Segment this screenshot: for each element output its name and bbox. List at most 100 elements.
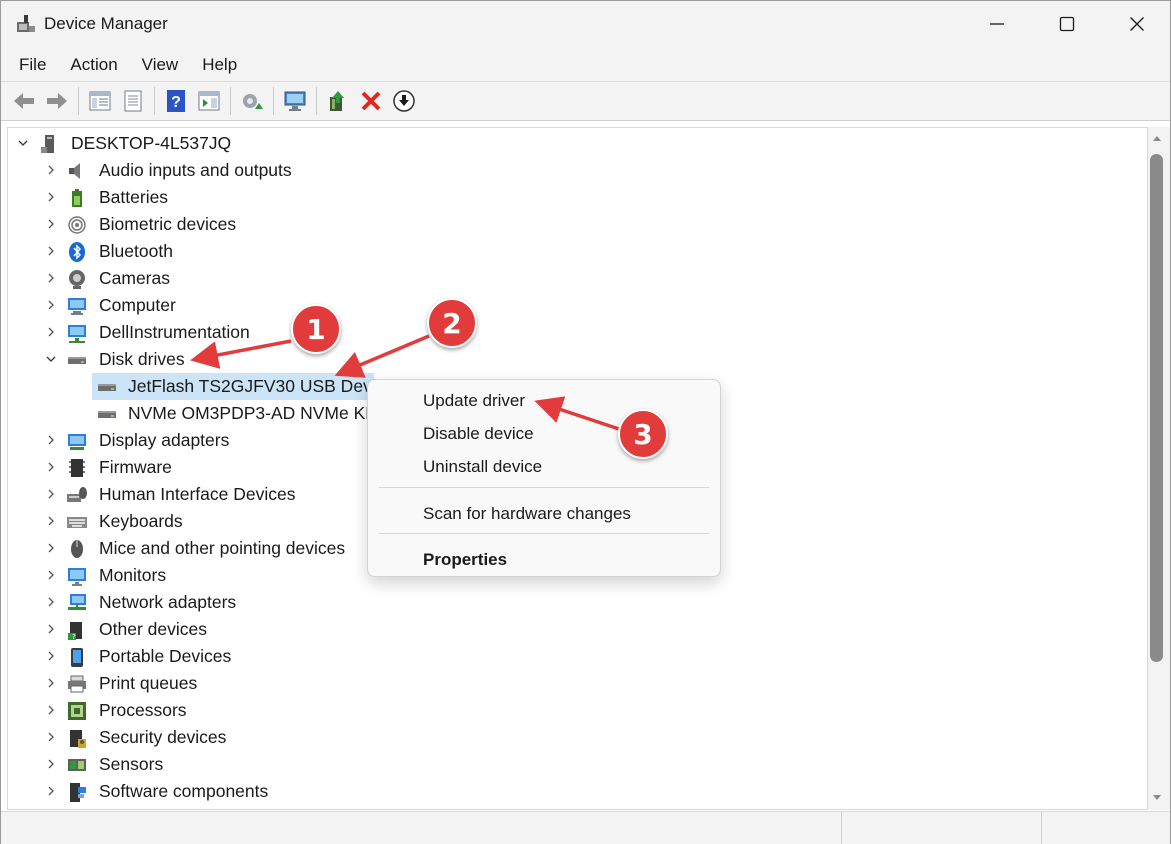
tree-root[interactable]: DESKTOP-4L537JQ <box>8 130 608 157</box>
tree-category-audio-inputs-and-outputs[interactable]: Audio inputs and outputs <box>8 157 708 184</box>
tree-category-label: DellInstrumentation <box>99 322 250 342</box>
back-arrow-icon <box>14 93 34 109</box>
uninstall-device-menu-item[interactable]: Uninstall device <box>368 450 720 483</box>
scroll-down-arrow-icon[interactable] <box>1151 791 1163 803</box>
tree-category-label: Bluetooth <box>99 241 173 261</box>
window-title: Device Manager <box>44 14 168 33</box>
scroll-up-arrow-icon[interactable] <box>1151 133 1163 145</box>
forward-button[interactable] <box>42 86 72 116</box>
menu-view[interactable]: View <box>130 47 191 81</box>
back-button[interactable] <box>9 86 39 116</box>
menu-bar: File Action View Help <box>1 47 1170 81</box>
download-driver-icon <box>393 90 415 112</box>
context-menu: Update driver Disable device Uninstall d… <box>367 379 721 577</box>
close-button[interactable] <box>1102 1 1171 47</box>
tree-category-processors[interactable]: Processors <box>8 697 708 724</box>
chevron-right-icon[interactable] <box>44 163 58 177</box>
disk-drive-icon <box>98 384 116 391</box>
chevron-right-icon[interactable] <box>44 217 58 231</box>
tree-category-disk-drives[interactable]: Disk drives <box>8 346 708 373</box>
chevron-right-icon[interactable] <box>44 622 58 636</box>
tree-category-label: Batteries <box>99 187 169 207</box>
chevron-down-icon[interactable] <box>16 136 30 150</box>
uninstall-button[interactable] <box>356 86 386 116</box>
toolbar-separator <box>78 87 79 115</box>
chevron-right-icon[interactable] <box>44 271 58 285</box>
update-driver-button[interactable] <box>323 86 353 116</box>
tree-category-biometric-devices[interactable]: Biometric devices <box>8 211 708 238</box>
download-driver-button[interactable] <box>389 86 419 116</box>
scan-hardware-menu-item[interactable]: Scan for hardware changes <box>368 497 720 530</box>
portable-device-icon <box>71 648 83 667</box>
network-monitor-icon <box>68 325 86 343</box>
sensor-icon <box>68 759 86 771</box>
chevron-right-icon[interactable] <box>44 514 58 528</box>
firmware-chip-icon <box>69 459 85 477</box>
processor-icon <box>68 702 86 720</box>
menu-file[interactable]: File <box>7 47 58 81</box>
close-icon <box>1130 17 1144 31</box>
tree-category-label: Firmware <box>99 457 172 477</box>
maximize-icon <box>1059 16 1075 32</box>
camera-icon <box>69 270 85 289</box>
annotation-badge-1: 1 <box>291 304 341 354</box>
chevron-right-icon[interactable] <box>44 703 58 717</box>
chevron-right-icon[interactable] <box>44 784 58 798</box>
show-hide-console-tree-button[interactable] <box>85 86 115 116</box>
toolbar-separator <box>273 87 274 115</box>
menu-help[interactable]: Help <box>190 47 249 81</box>
tree-category-other-devices[interactable]: ? Other devices <box>8 616 708 643</box>
tree-category-bluetooth[interactable]: Bluetooth <box>8 238 708 265</box>
action-pane-button[interactable] <box>194 86 224 116</box>
chevron-right-icon[interactable] <box>44 190 58 204</box>
tree-category-print-queues[interactable]: Print queues <box>8 670 708 697</box>
monitor-button[interactable] <box>280 86 310 116</box>
minimize-button[interactable] <box>962 1 1032 47</box>
tree-category-label: Network adapters <box>99 592 237 612</box>
chevron-right-icon[interactable] <box>44 298 58 312</box>
tree-category-sensors[interactable]: Sensors <box>8 751 708 778</box>
chevron-right-icon[interactable] <box>44 595 58 609</box>
update-driver-menu-item[interactable]: Update driver <box>368 384 720 417</box>
tree-category-batteries[interactable]: Batteries <box>8 184 708 211</box>
tree-category-label: Biometric devices <box>99 214 237 234</box>
menu-action[interactable]: Action <box>58 47 129 81</box>
chevron-right-icon[interactable] <box>44 568 58 582</box>
display-adapter-icon <box>68 434 86 450</box>
chevron-right-icon[interactable] <box>44 460 58 474</box>
tree-category-network-adapters[interactable]: Network adapters <box>8 589 708 616</box>
tree-category-label: Monitors <box>99 565 167 585</box>
device-manager-icon <box>17 15 35 32</box>
chevron-right-icon[interactable] <box>44 433 58 447</box>
tree-category-label: Human Interface Devices <box>99 484 296 504</box>
tree-category-dellinstrumentation[interactable]: DellInstrumentation <box>8 319 708 346</box>
scrollbar-thumb[interactable] <box>1150 154 1163 662</box>
mouse-icon <box>71 540 83 558</box>
chevron-down-icon[interactable] <box>44 352 58 366</box>
chevron-right-icon[interactable] <box>44 730 58 744</box>
tree-category-portable-devices[interactable]: Portable Devices <box>8 643 708 670</box>
chevron-right-icon[interactable] <box>44 757 58 771</box>
maximize-button[interactable] <box>1032 1 1102 47</box>
tree-category-label: Cameras <box>99 268 170 288</box>
speaker-icon <box>69 163 80 179</box>
properties-button[interactable] <box>118 86 148 116</box>
tree-category-security-devices[interactable]: Security devices <box>8 724 708 751</box>
annotation-badge-3: 3 <box>618 409 668 459</box>
properties-menu-item[interactable]: Properties <box>368 543 720 576</box>
chevron-right-icon[interactable] <box>44 325 58 339</box>
chevron-right-icon[interactable] <box>44 541 58 555</box>
svg-text:?: ? <box>72 633 76 641</box>
minimize-icon <box>990 23 1004 25</box>
chevron-right-icon[interactable] <box>44 244 58 258</box>
scan-hardware-button[interactable] <box>237 86 267 116</box>
tree-category-software-components[interactable]: Software components <box>8 778 708 805</box>
chevron-right-icon[interactable] <box>44 649 58 663</box>
tree-category-label: Print queues <box>99 673 198 693</box>
help-button[interactable]: ? <box>161 86 191 116</box>
chevron-right-icon[interactable] <box>44 676 58 690</box>
tree-category-label: Mice and other pointing devices <box>99 538 346 558</box>
tree-category-computer[interactable]: Computer <box>8 292 708 319</box>
chevron-right-icon[interactable] <box>44 487 58 501</box>
tree-category-cameras[interactable]: Cameras <box>8 265 708 292</box>
